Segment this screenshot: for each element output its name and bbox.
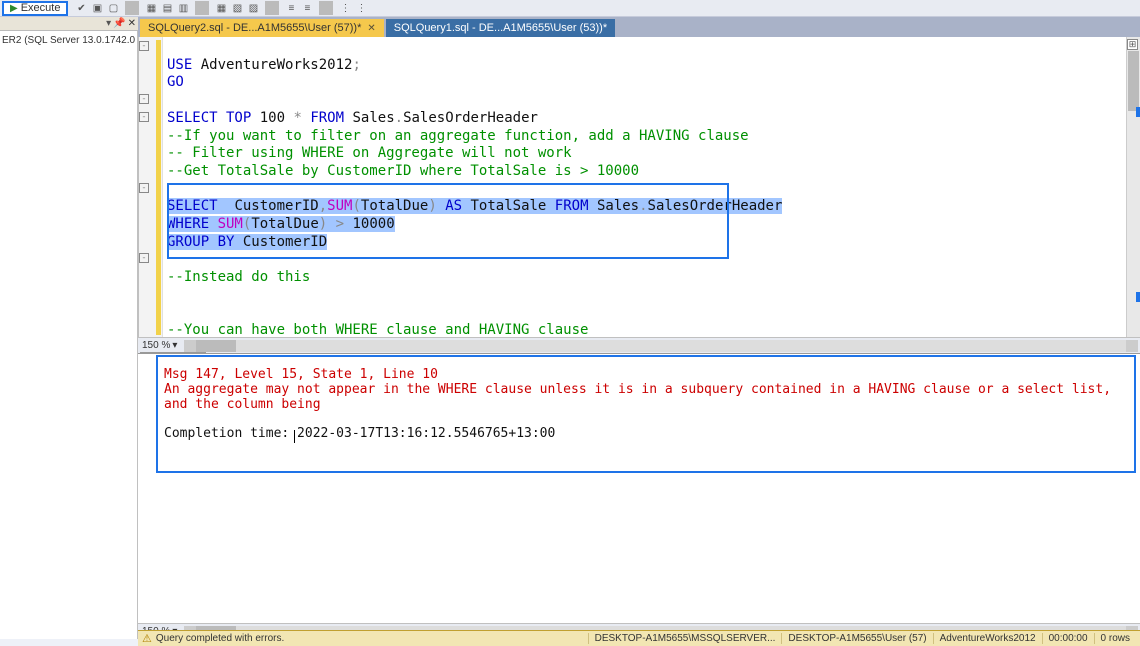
- error-header: Msg 147, Level 15, State 1, Line 10: [164, 367, 1128, 382]
- zoom-dropdown-icon[interactable]: ▾: [172, 340, 182, 351]
- tab-query2[interactable]: SQLQuery2.sql - DE...A1M5655\User (57))*…: [140, 19, 384, 37]
- toolbar-icons: ✔ ▣ ▢ ▦ ▤ ▥ ▦ ▧ ▨ ≡ ≡ ⋮ ⋮: [74, 1, 368, 15]
- grid3-icon[interactable]: ▥: [176, 1, 190, 15]
- editor-horizontal-scrollbar[interactable]: [184, 340, 1138, 352]
- object-explorer-header: ▾ 📌 ✕: [0, 17, 138, 31]
- execute-label: Execute: [21, 2, 61, 14]
- grid2-icon[interactable]: ▤: [160, 1, 174, 15]
- close-tab-icon[interactable]: ✕: [367, 23, 375, 34]
- tab-query1[interactable]: SQLQuery1.sql - DE...A1M5655\User (53))*: [386, 19, 615, 37]
- scrollbar-thumb[interactable]: [196, 340, 236, 352]
- status-user: DESKTOP-A1M5655\User (57): [781, 633, 932, 644]
- status-message: Query completed with errors.: [156, 633, 284, 644]
- zoom-value[interactable]: 150 %: [142, 340, 170, 351]
- split-view-icon[interactable]: ⊞: [1127, 39, 1138, 50]
- text-cursor: [294, 430, 295, 443]
- status-rows: 0 rows: [1094, 633, 1136, 644]
- outline-collapse-icon[interactable]: -: [139, 41, 149, 51]
- grid-icon[interactable]: ▦: [144, 1, 158, 15]
- error-text: An aggregate may not appear in the WHERE…: [164, 382, 1128, 412]
- status-db: AdventureWorks2012: [933, 633, 1042, 644]
- object-explorer[interactable]: ER2 (SQL Server 13.0.1742.0 - DESKTOP-A: [0, 31, 138, 639]
- outline-collapse-icon[interactable]: -: [139, 94, 149, 104]
- db2-icon[interactable]: ▢: [106, 1, 120, 15]
- change-marker: [156, 40, 161, 335]
- chevron-down-icon[interactable]: ▾: [106, 18, 111, 29]
- tab-label: SQLQuery2.sql - DE...A1M5655\User (57))*: [148, 22, 361, 34]
- status-bar: ⚠ Query completed with errors. DESKTOP-A…: [138, 630, 1140, 646]
- outline-collapse-icon[interactable]: -: [139, 112, 149, 122]
- messages-content: Msg 147, Level 15, State 1, Line 10 An a…: [156, 355, 1136, 473]
- warning-icon: ⚠: [142, 632, 152, 645]
- editor-footer: 150 % ▾: [138, 337, 1140, 353]
- pin-icon[interactable]: 📌: [113, 18, 125, 29]
- uncomment-icon[interactable]: ⋮: [354, 1, 368, 15]
- completion-time: Completion time: 2022-03-17T13:16:12.554…: [164, 426, 1128, 441]
- scrollbar-thumb[interactable]: [1128, 51, 1139, 111]
- table-icon[interactable]: ▦: [214, 1, 228, 15]
- outline-collapse-icon[interactable]: -: [139, 183, 149, 193]
- execute-button[interactable]: ▶ Execute: [2, 1, 68, 16]
- db-icon[interactable]: ▣: [90, 1, 104, 15]
- status-time: 00:00:00: [1042, 633, 1094, 644]
- outdent-icon[interactable]: ≡: [300, 1, 314, 15]
- scrollbar-marker: [1136, 107, 1140, 117]
- messages-pane[interactable]: Msg 147, Level 15, State 1, Line 10 An a…: [138, 353, 1140, 623]
- outline-collapse-icon[interactable]: -: [139, 253, 149, 263]
- status-server: DESKTOP-A1M5655\MSSQLSERVER...: [588, 633, 782, 644]
- sql-editor[interactable]: -USE AdventureWorks2012; GO -SELECT TOP …: [138, 37, 1140, 337]
- check-icon[interactable]: ✔: [74, 1, 88, 15]
- scrollbar-marker: [1136, 292, 1140, 302]
- close-icon[interactable]: ✕: [128, 18, 136, 29]
- code-area[interactable]: -USE AdventureWorks2012; GO -SELECT TOP …: [163, 37, 1140, 337]
- editor-vertical-scrollbar[interactable]: [1126, 37, 1140, 337]
- indent-icon[interactable]: ≡: [284, 1, 298, 15]
- sheet-icon[interactable]: ▧: [230, 1, 244, 15]
- tab-label: SQLQuery1.sql - DE...A1M5655\User (53))*: [394, 22, 607, 34]
- play-icon: ▶: [10, 3, 18, 14]
- comment-icon[interactable]: ⋮: [338, 1, 352, 15]
- server-node[interactable]: ER2 (SQL Server 13.0.1742.0 - DESKTOP-A: [0, 31, 137, 50]
- document-tabs: SQLQuery2.sql - DE...A1M5655\User (57))*…: [138, 17, 1140, 37]
- page-icon[interactable]: ▨: [246, 1, 260, 15]
- main-toolbar: ▶ Execute ✔ ▣ ▢ ▦ ▤ ▥ ▦ ▧ ▨ ≡ ≡ ⋮ ⋮: [0, 0, 1140, 17]
